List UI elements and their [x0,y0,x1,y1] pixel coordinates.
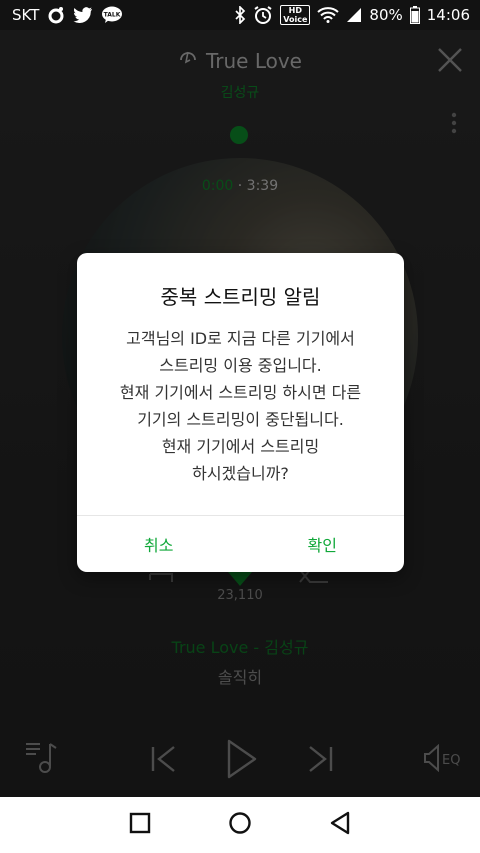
music-app-icon [47,6,65,24]
dialog-message: 고객님의 ID로 지금 다른 기기에서 스트리밍 이용 중입니다. 현재 기기에… [77,325,404,487]
talk-text: TALK [104,12,121,19]
dialog-line: 현재 기기에서 스트리밍 [161,437,320,456]
hd-label: HD [288,6,302,15]
battery-icon [409,6,420,24]
dialog-line: 기기의 스트리밍이 중단됩니다. [137,410,344,429]
back-nav-icon[interactable] [329,811,351,839]
bluetooth-icon [234,6,246,24]
status-bar: SKT TALK HD Voice 80% 14:06 [0,0,480,30]
clock: 14:06 [426,6,470,24]
dialog-line: 스트리밍 이용 중입니다. [159,356,322,375]
dialog-line: 현재 기기에서 스트리밍 하시면 다른 [119,383,362,402]
dialog-line: 하시겠습니까? [192,464,289,483]
dialog-title: 중복 스트리밍 알림 [160,285,321,309]
recents-nav-icon[interactable] [129,812,151,838]
voice-label: Voice [283,15,308,24]
wifi-icon [317,7,340,23]
duplicate-streaming-dialog: 중복 스트리밍 알림 고객님의 ID로 지금 다른 기기에서 스트리밍 이용 중… [77,253,404,572]
hd-voice-badge: HD Voice [280,5,311,25]
dialog-line: 고객님의 ID로 지금 다른 기기에서 [126,329,355,348]
navigation-bar [0,797,480,853]
home-nav-icon[interactable] [228,811,252,839]
signal-icon [346,7,362,23]
twitter-icon [73,7,93,23]
kakaotalk-icon: TALK [101,6,123,24]
alarm-icon [253,5,273,25]
cancel-button[interactable]: 취소 [77,516,241,572]
battery-percent: 80% [369,6,403,24]
carrier-label: SKT [12,6,40,24]
confirm-button[interactable]: 확인 [241,516,405,572]
